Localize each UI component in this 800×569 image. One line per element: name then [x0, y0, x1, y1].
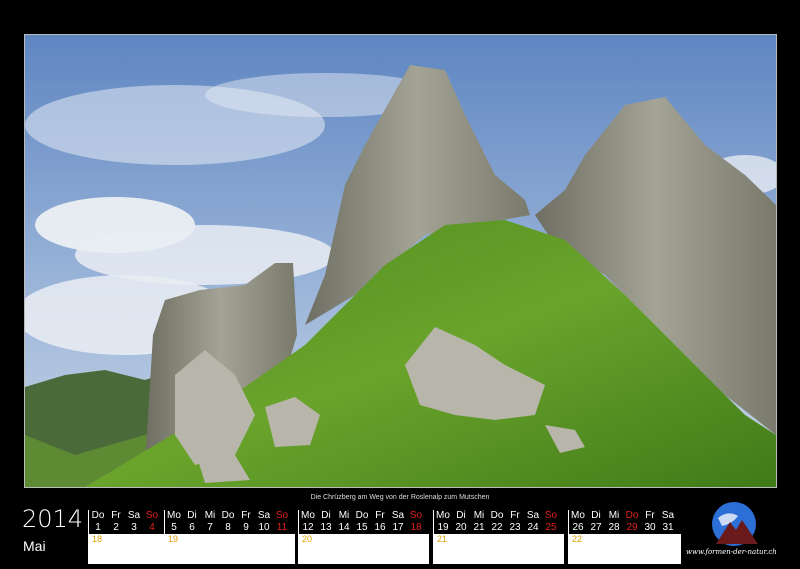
- day-number: 22: [491, 522, 503, 533]
- weekday-label: Do: [490, 510, 504, 521]
- week-band: [569, 534, 681, 564]
- day-number: 10: [258, 522, 270, 533]
- day-number: 1: [95, 522, 101, 533]
- week-band: [299, 534, 429, 564]
- weekday-label: Do: [91, 510, 105, 521]
- calendar-week: Do Fr Sa So 1 2 3 4 18: [88, 510, 165, 564]
- week-number: 21: [437, 534, 448, 544]
- weekday-label: Mi: [204, 510, 216, 521]
- week-number: 22: [572, 534, 583, 544]
- day-number: 12: [302, 522, 314, 533]
- weekday-label: Fr: [241, 510, 251, 521]
- weekday-label: Mo: [436, 510, 450, 521]
- weekday-label: Di: [321, 510, 331, 521]
- calendar-week: Mo Di Mi Do Fr Sa 26 27 28 29 30 31 22: [568, 510, 681, 564]
- week-number: 19: [168, 534, 179, 544]
- day-number: 2: [113, 522, 119, 533]
- weekday-label: Sa: [391, 510, 405, 521]
- week-number: 20: [302, 534, 313, 544]
- calendar-week: Mo Di Mi Do Fr Sa So 5 6 7 8 9 10 11 19: [164, 510, 295, 564]
- weekday-label: Fr: [510, 510, 520, 521]
- weekday-label: Mo: [301, 510, 315, 521]
- day-number: 15: [356, 522, 368, 533]
- brand-url: www.formen-der-natur.ch: [686, 548, 777, 556]
- brand-logo: www.formen-der-natur.ch: [686, 500, 794, 564]
- day-number: 16: [374, 522, 386, 533]
- day-number: 4: [149, 522, 155, 533]
- weekday-label: Sa: [257, 510, 271, 521]
- week-band: [434, 534, 564, 564]
- weekday-label: So: [409, 510, 423, 521]
- day-number: 5: [171, 522, 177, 533]
- day-number: 13: [320, 522, 332, 533]
- weekday-label: Fr: [375, 510, 385, 521]
- day-number: 26: [572, 522, 584, 533]
- day-number: 14: [338, 522, 350, 533]
- weekday-label: Mi: [338, 510, 350, 521]
- calendar-week: Mo Di Mi Do Fr Sa So 19 20 21 22 23 24 25 21: [433, 510, 564, 564]
- weekday-label: Fr: [111, 510, 121, 521]
- week-number: 18: [92, 534, 103, 544]
- day-number: 21: [473, 522, 485, 533]
- day-number: 8: [225, 522, 231, 533]
- weekday-label: Di: [187, 510, 197, 521]
- calendar-month: Mai: [23, 538, 46, 554]
- weekday-label: Sa: [661, 510, 675, 521]
- weekday-label: Mo: [167, 510, 181, 521]
- day-number: 27: [590, 522, 602, 533]
- day-number: 31: [662, 522, 674, 533]
- day-number: 30: [644, 522, 656, 533]
- day-number: 9: [243, 522, 249, 533]
- day-number: 28: [608, 522, 620, 533]
- weekday-label: Mo: [571, 510, 585, 521]
- day-number: 7: [207, 522, 213, 533]
- day-number: 3: [131, 522, 137, 533]
- weekday-label: Mi: [473, 510, 485, 521]
- weekday-label: Sa: [127, 510, 141, 521]
- calendar-week: Mo Di Mi Do Fr Sa So 12 13 14 15 16 17 18 20: [298, 510, 429, 564]
- day-number: 18: [410, 522, 422, 533]
- day-number: 29: [626, 522, 638, 533]
- day-number: 17: [392, 522, 404, 533]
- weekday-label: Di: [591, 510, 601, 521]
- weekday-label: Fr: [645, 510, 655, 521]
- weekday-label: Mi: [608, 510, 620, 521]
- weekday-label: Do: [221, 510, 235, 521]
- day-number: 19: [437, 522, 449, 533]
- day-number: 23: [509, 522, 521, 533]
- week-band: [165, 534, 295, 564]
- weekday-label: Sa: [526, 510, 540, 521]
- calendar-year: 2014: [22, 505, 84, 533]
- day-number: 11: [276, 522, 288, 533]
- weekday-label: Do: [625, 510, 639, 521]
- day-number: 25: [545, 522, 557, 533]
- weekday-label: So: [275, 510, 289, 521]
- weekday-label: Di: [456, 510, 466, 521]
- photo-caption: Die Chrüzberg am Weg von der Roslenalp z…: [310, 494, 490, 501]
- weekday-label: Do: [355, 510, 369, 521]
- weekday-label: So: [145, 510, 159, 521]
- landscape-photo: [24, 34, 777, 488]
- day-number: 24: [527, 522, 539, 533]
- day-number: 6: [189, 522, 195, 533]
- globe-mountain-icon: [712, 502, 758, 546]
- day-number: 20: [455, 522, 467, 533]
- weekday-label: So: [544, 510, 558, 521]
